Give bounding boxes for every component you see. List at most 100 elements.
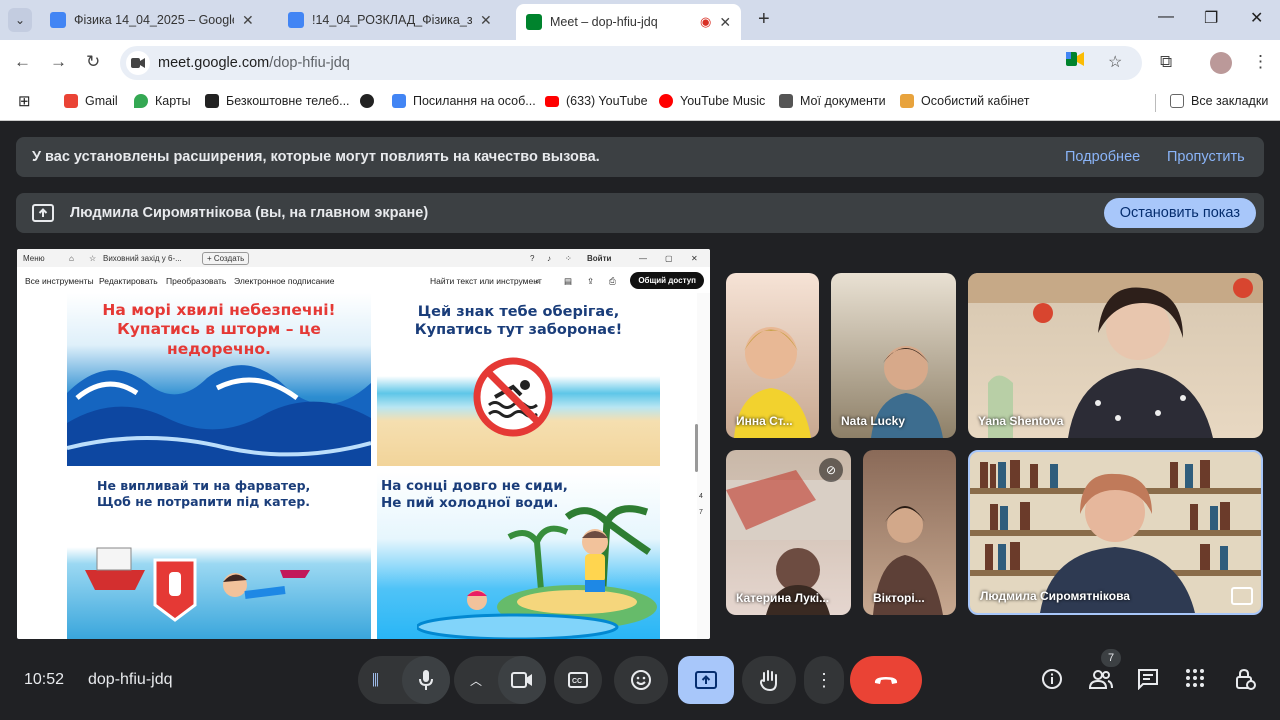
meeting-controls: 10:52 dop-hfiu-jdq ⫼ ︿ CC ⋮ 7 bbox=[0, 648, 1280, 720]
muted-mic-icon: ⊘ bbox=[819, 458, 843, 482]
bookmark-all[interactable]: Все закладки bbox=[1170, 94, 1268, 108]
bookmark-label: YouTube Music bbox=[680, 94, 766, 108]
poster-storm: На морі хвилі небезпечні! Купатись в што… bbox=[67, 293, 371, 466]
participant-tile[interactable]: Yana Shentova bbox=[968, 273, 1263, 438]
reload-icon[interactable]: ↻ bbox=[86, 52, 100, 72]
tab-search-icon[interactable]: ⌄ bbox=[8, 8, 32, 32]
raise-hand-button[interactable] bbox=[742, 656, 796, 704]
pip-icon[interactable] bbox=[1231, 587, 1253, 605]
tab-meet[interactable]: Meet – dop-hfiu-jdq ◉ ✕ bbox=[516, 4, 742, 40]
tool-label: Преобразовать bbox=[166, 276, 227, 286]
meet-extension-icon[interactable] bbox=[1066, 52, 1084, 66]
extensions-warning-banner: У вас установлены расширения, которые мо… bbox=[16, 137, 1264, 177]
bookmark-globe[interactable] bbox=[360, 94, 381, 108]
camera-button[interactable] bbox=[498, 656, 546, 704]
participant-name: Yana Shentova bbox=[978, 414, 1064, 428]
host-controls-icon[interactable] bbox=[1234, 668, 1256, 690]
tool-label: Все инструменты bbox=[25, 276, 94, 286]
microphone-button[interactable] bbox=[402, 656, 450, 704]
present-icon bbox=[695, 671, 717, 689]
pdf-scrollbar bbox=[695, 424, 698, 472]
meeting-time: 10:52 bbox=[24, 671, 65, 688]
bookmark-youtube-music[interactable]: YouTube Music bbox=[659, 94, 765, 108]
bookmark-documents[interactable]: Мої документи bbox=[779, 94, 886, 108]
poster-text: недоречно. bbox=[167, 339, 271, 358]
back-icon[interactable]: ← bbox=[14, 52, 31, 72]
extensions-icon[interactable]: ⧉ bbox=[1160, 52, 1172, 72]
tab-title: Meet – dop-hfiu-jdq bbox=[550, 15, 658, 29]
create-label: + Создать bbox=[202, 252, 250, 265]
recording-icon: ◉ bbox=[700, 14, 712, 29]
url-path: /dop-hfiu-jdq bbox=[269, 55, 350, 71]
chevron-up-icon[interactable]: ︿ bbox=[470, 672, 482, 689]
url-host: meet.google.com bbox=[158, 55, 270, 71]
more-menu-icon[interactable]: ⋮ bbox=[1252, 52, 1269, 72]
more-options-button[interactable]: ⋮ bbox=[804, 656, 844, 704]
globe-icon bbox=[360, 94, 374, 108]
bookmark-label: Особистий кабінет bbox=[921, 94, 1030, 108]
participant-tile[interactable]: Nata Lucky bbox=[831, 273, 956, 438]
captions-button[interactable]: CC bbox=[554, 656, 602, 704]
menu-label: Меню bbox=[23, 254, 45, 263]
reactions-button[interactable] bbox=[614, 656, 668, 704]
participant-tile[interactable]: ⊘ Катерина Лукі... bbox=[726, 450, 851, 615]
camera-icon bbox=[511, 672, 532, 688]
minimize-icon: — bbox=[639, 254, 647, 263]
restore-icon[interactable]: ❐ bbox=[1204, 8, 1218, 28]
bookmark-label: Мої документи bbox=[800, 94, 886, 108]
google-docs-icon bbox=[392, 94, 406, 108]
new-tab-icon[interactable]: + bbox=[758, 8, 770, 31]
poster-text: Купатись тут заборонає! bbox=[414, 322, 623, 339]
people-icon[interactable] bbox=[1089, 668, 1113, 690]
page-number: 4 bbox=[699, 493, 703, 500]
bookmark-cabinet[interactable]: Особистий кабінет bbox=[900, 94, 1029, 108]
restore-icon: ▢ bbox=[665, 254, 673, 263]
bookmark-gmail[interactable]: Gmail bbox=[64, 94, 118, 108]
pdf-viewer-titlebar: Меню ⌂ ☆ Виховний захід у 6-... + Создат… bbox=[17, 249, 710, 267]
window-close-icon[interactable]: ✕ bbox=[1250, 8, 1263, 28]
emoji-icon bbox=[631, 670, 651, 690]
bookmark-links[interactable]: Посилання на особ... bbox=[392, 94, 536, 108]
participants-count-badge: 7 bbox=[1100, 648, 1122, 668]
bookmark-tv[interactable]: Безкоштовне телеб... bbox=[205, 94, 350, 108]
svg-text:CC: CC bbox=[572, 678, 582, 685]
participant-name: Nata Lucky bbox=[841, 414, 906, 428]
bookmark-youtube[interactable]: (633) YouTube bbox=[545, 94, 648, 108]
chat-icon[interactable] bbox=[1137, 668, 1159, 690]
participant-tile-self[interactable]: Людмила Сиромятнікова bbox=[968, 450, 1263, 615]
profile-avatar[interactable] bbox=[1210, 52, 1232, 74]
meeting-info-icon[interactable] bbox=[1041, 668, 1063, 690]
audio-levels-icon[interactable]: ⫼ bbox=[372, 672, 379, 689]
tab-schedule-doc[interactable]: !14_04_РОЗКЛАД_Фізика_з пос ✕ bbox=[278, 4, 502, 36]
address-bar[interactable]: meet.google.com/dop-hfiu-jdq ☆ bbox=[120, 46, 1142, 80]
pdf-tab-title: Виховний захід у 6-... bbox=[103, 254, 182, 263]
bookmark-label: Gmail bbox=[85, 94, 118, 108]
present-screen-button[interactable] bbox=[678, 656, 734, 704]
more-info-link[interactable]: Подробнее bbox=[1065, 149, 1140, 165]
close-icon[interactable]: ✕ bbox=[480, 12, 492, 29]
meeting-code: dop-hfiu-jdq bbox=[88, 671, 173, 688]
leave-call-button[interactable] bbox=[850, 656, 922, 704]
presenter-name: Людмила Сиромятнікова (вы, на главном эк… bbox=[70, 205, 429, 221]
activities-icon[interactable] bbox=[1185, 668, 1205, 688]
participant-tile[interactable]: Вікторі... bbox=[863, 450, 956, 615]
microphone-icon bbox=[419, 670, 433, 690]
close-icon[interactable]: ✕ bbox=[719, 14, 731, 31]
tab-physics-doc[interactable]: Фізика 14_04_2025 – Google Д ✕ bbox=[40, 4, 264, 36]
participant-tile[interactable]: Инна Ст... bbox=[726, 273, 819, 438]
bookmark-maps[interactable]: Карты bbox=[134, 94, 191, 108]
close-icon[interactable]: ✕ bbox=[242, 12, 254, 29]
poster-text: На морі хвилі небезпечні! bbox=[102, 301, 336, 319]
stop-presenting-button[interactable]: Остановить показ bbox=[1103, 198, 1256, 228]
skip-link[interactable]: Пропустить bbox=[1167, 149, 1245, 165]
forward-icon[interactable]: → bbox=[50, 52, 67, 72]
site-info-icon[interactable] bbox=[126, 51, 150, 75]
poster-sun: На сонці довго не сиди, Не пий холодної … bbox=[377, 472, 660, 639]
youtube-icon bbox=[545, 95, 559, 107]
presenting-banner: Людмила Сиромятнікова (вы, на главном эк… bbox=[16, 193, 1264, 233]
minimize-icon[interactable]: — bbox=[1158, 8, 1174, 26]
apps-grid-icon[interactable]: ⊞ bbox=[18, 92, 31, 110]
find-label: Найти текст или инструмент bbox=[430, 276, 542, 286]
island-illustration bbox=[417, 505, 657, 639]
bookmark-star-icon[interactable]: ☆ bbox=[1108, 52, 1122, 72]
